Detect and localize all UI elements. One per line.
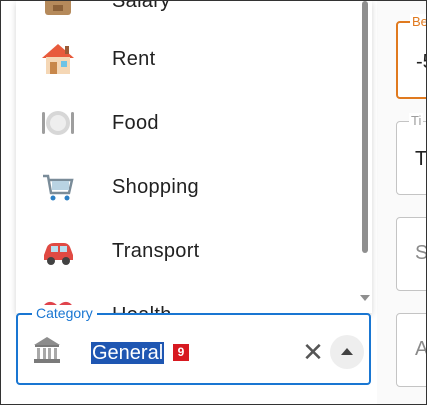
money-bag-icon <box>40 1 76 17</box>
category-field-value[interactable]: General <box>91 342 165 364</box>
account-field-placeholder: A <box>415 338 426 361</box>
option-shopping[interactable]: Shopping <box>16 155 356 219</box>
option-label: Health <box>112 283 172 313</box>
app-window: Be -5 Ti T S A Salary <box>0 0 427 405</box>
clear-icon[interactable]: ✕ <box>302 339 324 365</box>
account-field[interactable]: A <box>396 313 426 387</box>
category-field-label: Category <box>32 305 97 321</box>
option-rent[interactable]: Rent <box>16 27 356 91</box>
scrollbar-thumb[interactable] <box>362 1 368 253</box>
car-icon <box>40 235 76 267</box>
amount-field-value: -5 <box>416 51 426 73</box>
shopping-cart-icon <box>40 171 76 203</box>
category-dropdown-list: Salary Rent Food Shopping Transport <box>16 1 372 313</box>
plate-icon <box>40 107 76 139</box>
option-label: Transport <box>112 240 200 262</box>
option-label: Rent <box>112 48 156 70</box>
option-label: Food <box>112 112 159 134</box>
title-field-value: T <box>415 148 427 170</box>
scroll-down-arrow-icon[interactable] <box>360 295 370 301</box>
amount-field-label: Be <box>410 14 426 29</box>
amount-field[interactable]: Be -5 <box>396 14 426 99</box>
option-transport[interactable]: Transport <box>16 219 356 283</box>
chevron-up-icon <box>341 348 353 355</box>
dropdown-scrollbar[interactable] <box>358 1 372 313</box>
option-food[interactable]: Food <box>16 91 356 155</box>
title-field[interactable]: Ti T <box>396 113 427 195</box>
badge-count: 9 <box>173 344 189 361</box>
option-label: Shopping <box>112 176 199 198</box>
bank-icon <box>32 335 62 365</box>
subcategory-field[interactable]: S <box>396 217 426 291</box>
subcategory-field-placeholder: S <box>415 242 426 265</box>
category-select-field[interactable]: Category General 9 ✕ <box>16 305 371 385</box>
title-field-label: Ti <box>409 113 424 128</box>
dropdown-toggle-button[interactable] <box>330 335 364 369</box>
house-icon <box>40 43 76 75</box>
form-column: Be -5 Ti T S A <box>377 1 427 404</box>
